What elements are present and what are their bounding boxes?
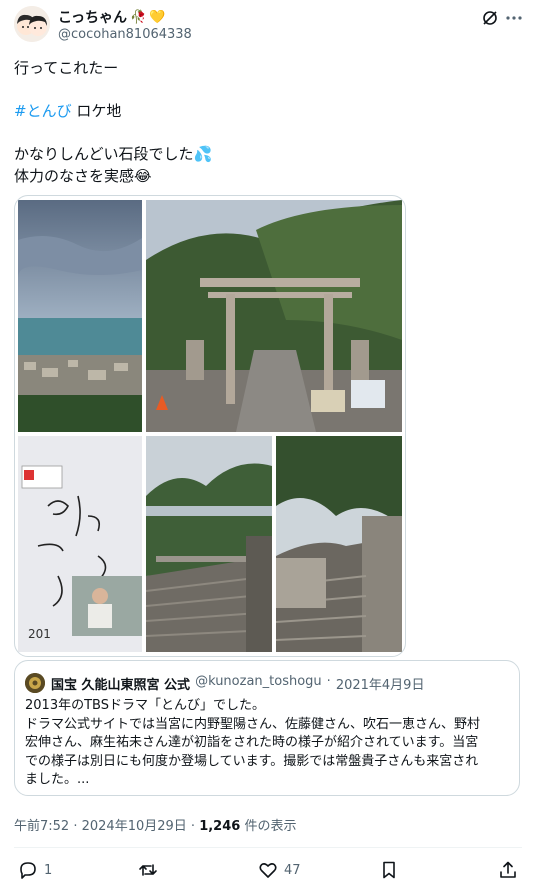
svg-text:201: 201 [28, 627, 51, 641]
reply-icon [18, 860, 38, 880]
user-handle[interactable]: @cocohan81064338 [58, 27, 192, 42]
quoted-text: 2013年のTBSドラマ「とんび」でした。 ドラマ公式サイトでは当宮に内野聖陽さ… [25, 697, 515, 790]
reply-button[interactable]: 1 [18, 858, 52, 882]
views-label: 件の表示 [240, 819, 297, 834]
tweet-line-text: 体力のなさを実感 [14, 167, 135, 185]
quoted-line: ました。... [25, 772, 90, 787]
quoted-line: 宏伸さん、麻生祐未さん達が初詣をされた時の様子が紹介されています。当宮 [25, 735, 479, 750]
hashtag-link[interactable]: #とんび [14, 102, 72, 120]
more-options-icon[interactable] [504, 8, 524, 28]
stone-stairs-photo-1[interactable] [146, 436, 272, 652]
quoted-tweet[interactable]: 国宝 久能山東照宮 公式 @kunozan_toshogu · 2021年4月9… [14, 660, 520, 796]
tweet-line: 体力のなさを実感😂 [14, 165, 514, 187]
yellow-heart-emoji: 💛 [149, 9, 166, 25]
quoted-line: 2013年のTBSドラマ「とんび」でした。 [25, 698, 265, 713]
quoted-display-name[interactable]: 国宝 久能山東照宮 公式 [51, 674, 190, 693]
bookmark-icon [379, 860, 399, 880]
quoted-line: での様子は別日にも何度か登場しています。撮影では常盤貴子さんも来宮され [25, 753, 479, 769]
tweet-line: 行ってこれたー [14, 59, 119, 77]
grok-icon[interactable] [480, 8, 500, 28]
display-name[interactable]: こっちゃん 🥀 💛 [58, 7, 165, 27]
quoted-handle[interactable]: @kunozan_toshogu [195, 674, 322, 693]
quoted-avatar[interactable] [25, 673, 45, 693]
divider [14, 847, 522, 848]
rose-emoji: 🥀 [130, 9, 147, 25]
reply-count: 1 [44, 862, 53, 878]
tweet-metadata: 午前7:52 · 2024年10月29日 · 1,246 件の表示 [14, 819, 297, 834]
avatar[interactable] [14, 6, 50, 42]
bookmark-button[interactable] [379, 858, 399, 882]
quoted-header: 国宝 久能山東照宮 公式 @kunozan_toshogu · 2021年4月9… [51, 674, 424, 693]
share-button[interactable] [498, 858, 518, 882]
tweet-line: #とんび ロケ地 [14, 100, 514, 122]
torii-gate-stone-stairs-photo[interactable] [146, 200, 402, 432]
media-grid: 201 [14, 195, 406, 657]
hashtag-suffix: ロケ地 [71, 102, 122, 120]
seaside-town-view-photo[interactable] [18, 200, 142, 432]
heart-icon [258, 860, 278, 880]
tweet-line: かなりしんどい石段でした💦 [14, 143, 514, 165]
retweet-button[interactable] [138, 858, 164, 882]
post-date[interactable]: 2024年10月29日 [82, 819, 187, 834]
views-count: 1,246 [199, 819, 241, 834]
quoted-date[interactable]: 2021年4月9日 [336, 674, 425, 693]
quoted-separator: · [326, 674, 331, 689]
tweet-text: 行ってこれたー #とんび ロケ地 かなりしんどい石段でした💦 体力のなさを実感😂 [14, 57, 514, 187]
share-icon [498, 860, 518, 880]
autograph-board-photo[interactable]: 201 [18, 436, 142, 652]
quoted-line: ドラマ公式サイトでは当宮に内野聖陽さん、佐藤健さん、吹石一恵さん、野村 [25, 716, 481, 732]
display-name-text: こっちゃん [58, 10, 128, 26]
like-button[interactable]: 47 [258, 858, 301, 882]
post-time[interactable]: 午前7:52 [14, 819, 69, 834]
tweet-line-text: かなりしんどい石段でした [14, 145, 194, 163]
like-count: 47 [284, 862, 301, 878]
stone-stairs-photo-2[interactable] [276, 436, 402, 652]
tears-of-joy-emoji: 😂 [134, 167, 152, 185]
sweat-droplets-emoji: 💦 [193, 145, 213, 163]
retweet-icon [138, 860, 158, 880]
